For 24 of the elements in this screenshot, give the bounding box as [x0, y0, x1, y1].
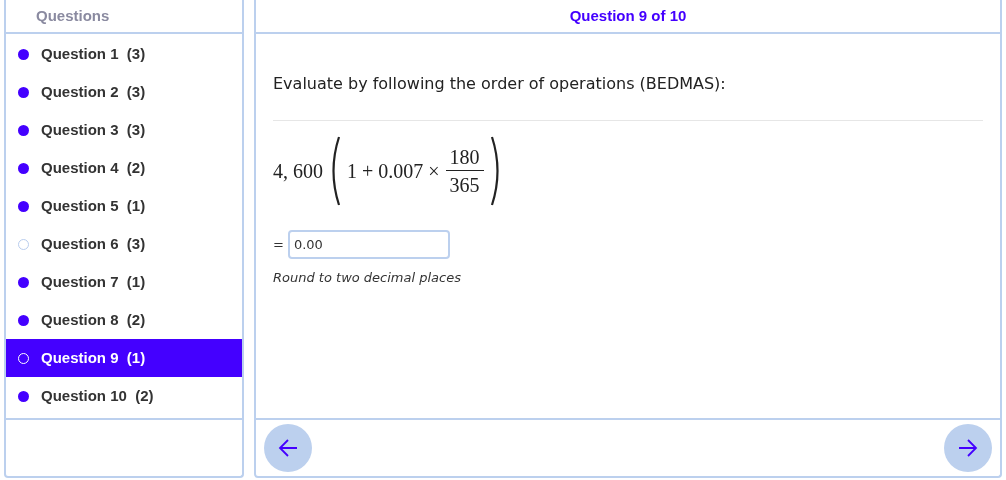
question-list-item[interactable]: Question 9 (1) — [6, 339, 242, 377]
question-title: Question 9 of 10 — [569, 5, 687, 26]
question-list-item[interactable]: Question 2 (3) — [6, 73, 242, 111]
math-term: 1 + 0.007 × — [347, 159, 440, 184]
equals-sign: = — [273, 235, 284, 254]
fraction-denominator: 365 — [448, 172, 481, 198]
question-list-item[interactable]: Question 7 (1) — [6, 263, 242, 301]
question-list-item[interactable]: Question 1 (3) — [6, 35, 242, 73]
question-prompt: Evaluate by following the order of operations (BEDMAS): — [273, 73, 727, 95]
right-arrow-icon — [958, 439, 978, 457]
sidebar-title: Questions — [36, 5, 110, 26]
left-arrow-icon — [278, 439, 298, 457]
next-button[interactable] — [944, 424, 992, 472]
answer-field[interactable]: 0.00 — [287, 230, 450, 259]
question-list-item[interactable]: Question 5 (1) — [6, 187, 242, 225]
question-list-item[interactable]: Question 8 (2) — [6, 301, 242, 339]
fraction-numerator: 180 — [445, 143, 484, 171]
previous-button[interactable] — [264, 424, 312, 472]
question-list-item[interactable]: Question 4 (2) — [6, 149, 242, 187]
question-list-item[interactable]: Question 3 (3) — [6, 111, 242, 149]
math-coefficient: 4, 600 — [273, 159, 323, 184]
question-list-item[interactable]: Question 6 (3) — [6, 225, 242, 263]
rounding-hint: Round to two decimal places — [273, 269, 462, 287]
question-list-item[interactable]: Question 10 (2) — [6, 377, 242, 415]
